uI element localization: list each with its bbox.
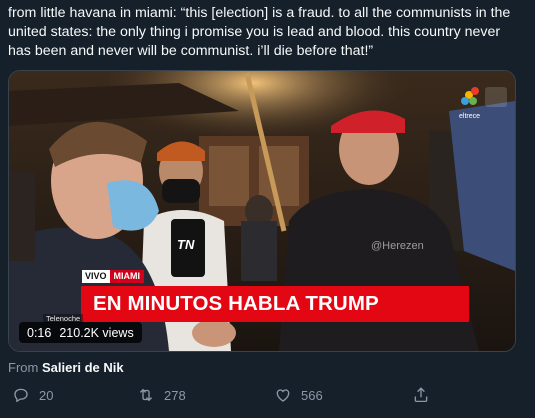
like-button[interactable]: 566: [274, 386, 323, 404]
location-label: MIAMI: [109, 270, 145, 283]
retweet-button[interactable]: 278: [137, 386, 186, 404]
live-badge: VIVO MIAMI: [82, 270, 145, 283]
share-icon: [414, 387, 428, 403]
video-duration: 0:16: [27, 325, 52, 340]
source-attribution: From Salieri de Nik: [8, 360, 124, 375]
eltrece-logo-icon: [461, 87, 507, 107]
video-meta-badge: 0:16 210.2K views: [19, 322, 142, 343]
news-headline: EN MINUTOS HABLA TRUMP: [81, 286, 469, 322]
reply-icon: [14, 388, 28, 403]
live-label: VIVO: [82, 270, 110, 283]
channel-label: eltrece: [459, 113, 481, 120]
retweet-icon: [139, 388, 153, 402]
watermark: @Herezen: [371, 240, 424, 252]
retweet-count: 278: [164, 387, 186, 403]
tn-mic-logo: TN: [177, 237, 195, 252]
source-prefix: From: [8, 360, 39, 375]
like-count: 566: [301, 387, 323, 403]
reply-count: 20: [39, 387, 54, 403]
share-button[interactable]: [412, 386, 439, 404]
source-account-link[interactable]: Salieri de Nik: [42, 360, 124, 375]
video-player[interactable]: eltrece TN @Herezen VIVO MIAMI EN MINUTO…: [8, 70, 516, 352]
tweet-actions: 20 278 566: [12, 386, 532, 408]
tweet-text: from little havana in miami: “this [elec…: [8, 5, 511, 59]
heart-icon: [276, 389, 290, 402]
reply-button[interactable]: 20: [12, 386, 53, 404]
view-count: 210.2K views: [59, 325, 134, 340]
